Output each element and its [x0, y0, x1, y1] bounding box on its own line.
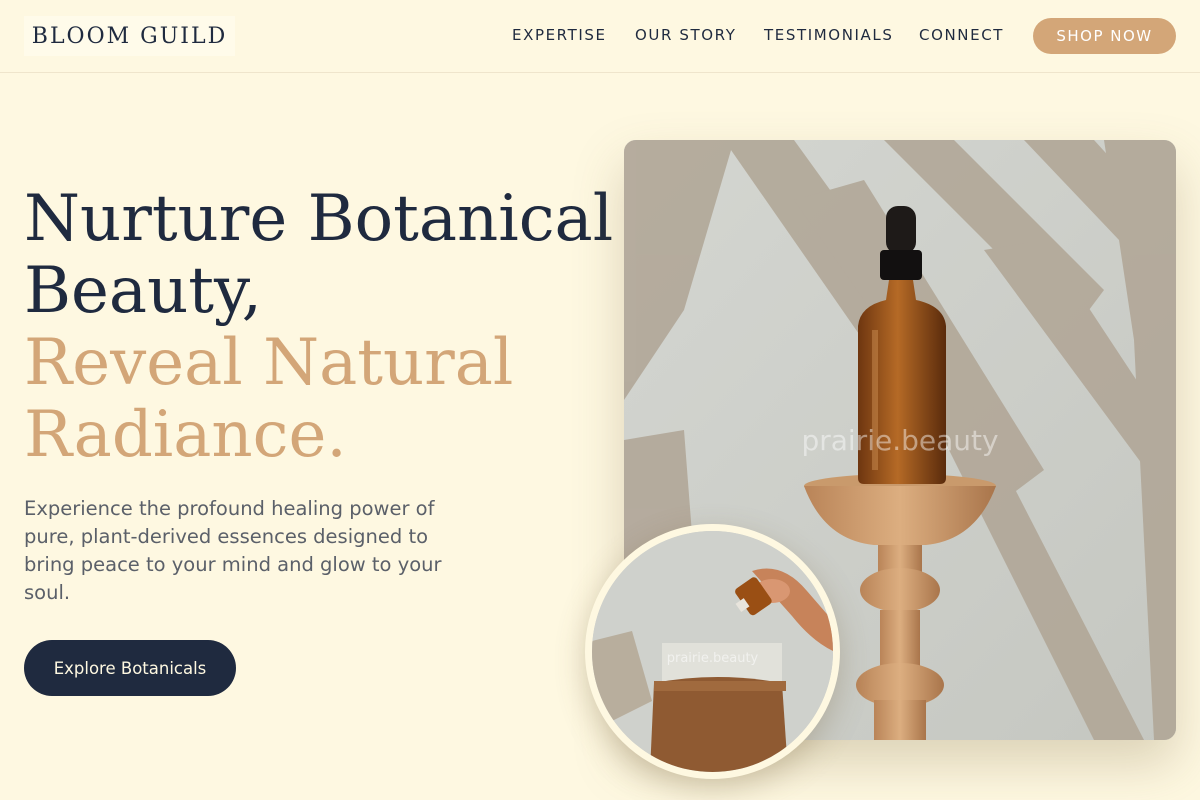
nav-link-connect[interactable]: CONNECT — [919, 26, 1004, 44]
main-nav: EXPERTISE OUR STORY TESTIMONIALS CONNECT — [0, 0, 1200, 72]
page: BLOOM GUILD EXPERTISE OUR STORY TESTIMON… — [0, 0, 1200, 800]
inset-watermark: prairie.beauty — [666, 651, 759, 666]
nav-link-our-story[interactable]: OUR STORY — [635, 26, 737, 44]
explore-botanicals-button[interactable]: Explore Botanicals — [24, 640, 236, 696]
headline-line: Nurture Botanical — [24, 182, 614, 256]
nav-link-expertise[interactable]: EXPERTISE — [512, 26, 607, 44]
shop-now-button[interactable]: SHOP NOW — [1033, 18, 1176, 54]
photo-watermark: prairie.beauty — [801, 424, 999, 457]
headline-accent-line: Reveal Natural — [24, 326, 514, 400]
headline-line: Beauty, — [24, 254, 262, 328]
hero-subtext: Experience the profound healing power of… — [24, 497, 442, 604]
site-header: BLOOM GUILD EXPERTISE OUR STORY TESTIMON… — [0, 0, 1200, 73]
nav-link-testimonials[interactable]: TESTIMONIALS — [764, 26, 893, 44]
inset-dropper-image: prairie.beauty — [585, 524, 840, 779]
headline-accent-line: Radiance. — [24, 398, 347, 472]
hero-headline: Nurture Botanical Beauty, Reveal Natural… — [24, 182, 614, 472]
